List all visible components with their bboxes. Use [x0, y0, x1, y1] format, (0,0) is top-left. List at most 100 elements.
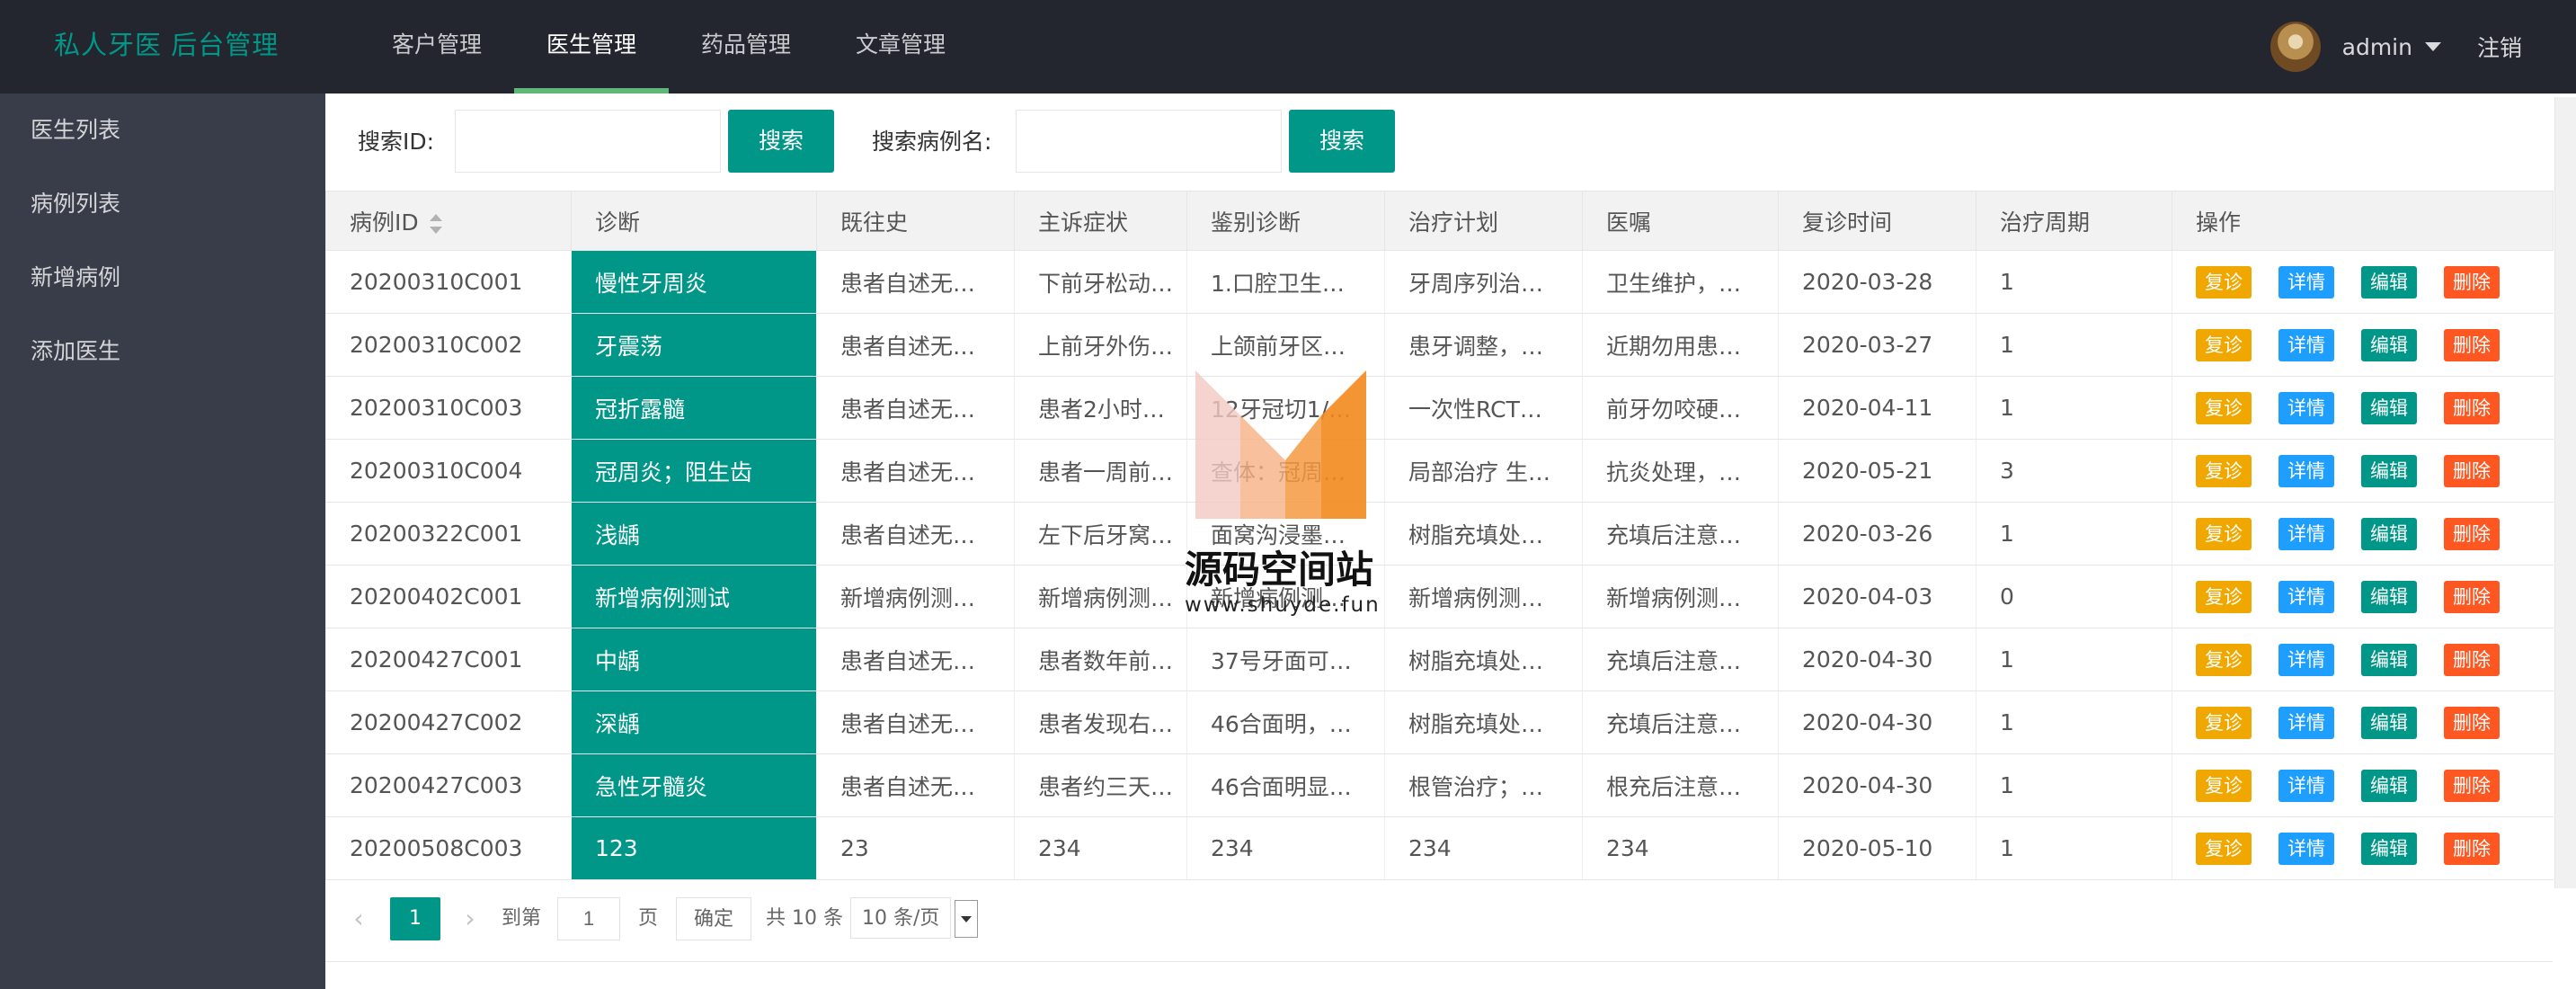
nav-article-management[interactable]: 文章管理: [823, 0, 978, 94]
search-id-label: 搜索ID:: [358, 129, 435, 155]
delete-button[interactable]: 删除: [2444, 832, 2500, 865]
search-id-input[interactable]: [455, 110, 721, 173]
cell-review-time: 2020-03-28: [1778, 250, 1976, 314]
cell-history: 患者自述无…: [816, 502, 1015, 566]
review-button[interactable]: 复诊: [2196, 328, 2252, 361]
edit-button[interactable]: 编辑: [2361, 643, 2417, 676]
cell-complaint: 患者一周前…: [1014, 439, 1187, 503]
cell-history: 患者自述无…: [816, 439, 1015, 503]
table-body: 20200310C001 慢性牙周炎 患者自述无… 下前牙松动… 1.口腔卫生… 牙周序列…: [325, 250, 2554, 880]
review-button[interactable]: 复诊: [2196, 832, 2252, 865]
delete-button[interactable]: 删除: [2444, 643, 2500, 676]
cell-complaint: 患者数年前…: [1014, 628, 1187, 691]
case-table: 病例ID 诊断 既往史 主诉症状 鉴别诊断 治疗计划 医嘱 复诊时间 治疗周期 …: [325, 191, 2554, 880]
table-row: 20200310C002 牙震荡 患者自述无… 上前牙外伤… 上颌前牙区… 患牙调整，… 近…: [325, 313, 2554, 377]
edit-button[interactable]: 编辑: [2361, 769, 2417, 802]
per-page-select[interactable]: 10 条/页: [850, 897, 979, 940]
delete-button[interactable]: 删除: [2444, 706, 2500, 739]
review-button[interactable]: 复诊: [2196, 706, 2252, 739]
cell-history: 23: [816, 816, 1015, 880]
delete-button[interactable]: 删除: [2444, 391, 2500, 424]
review-button[interactable]: 复诊: [2196, 265, 2252, 298]
cell-actions: 复诊 详情 编辑 删除: [2172, 250, 2554, 314]
delete-button[interactable]: 删除: [2444, 517, 2500, 550]
logout-link[interactable]: 注销: [2477, 31, 2522, 63]
delete-button[interactable]: 删除: [2444, 454, 2500, 487]
user-menu[interactable]: admin: [2342, 34, 2441, 60]
cell-advice: 前牙勿咬硬…: [1582, 376, 1779, 440]
edit-button[interactable]: 编辑: [2361, 265, 2417, 298]
pagination: ‹ 1 › 到第 页 确定 共 10 条 10 条/页: [325, 879, 2553, 962]
detail-button[interactable]: 详情: [2278, 517, 2334, 550]
cell-complaint: 上前牙外伤…: [1014, 313, 1187, 377]
detail-button[interactable]: 详情: [2278, 265, 2334, 298]
cell-advice: 近期勿用患…: [1582, 313, 1779, 377]
search-id-button[interactable]: 搜索: [728, 110, 834, 173]
col-header-diagnosis: 诊断: [571, 191, 817, 251]
avatar[interactable]: [2270, 22, 2321, 72]
table-row: 20200310C003 冠折露髓 患者自述无… 患者2小时… 12牙冠切1/… 一次性R…: [325, 376, 2554, 440]
cell-plan: 树脂充填处…: [1384, 502, 1583, 566]
cell-plan: 234: [1384, 816, 1583, 880]
detail-button[interactable]: 详情: [2278, 328, 2334, 361]
delete-button[interactable]: 删除: [2444, 769, 2500, 802]
edit-button[interactable]: 编辑: [2361, 517, 2417, 550]
prev-page-icon[interactable]: ‹: [345, 897, 372, 940]
review-button[interactable]: 复诊: [2196, 769, 2252, 802]
next-page-icon[interactable]: ›: [457, 897, 484, 940]
cell-advice: 充填后注意…: [1582, 502, 1779, 566]
review-button[interactable]: 复诊: [2196, 454, 2252, 487]
cell-differential: 46合面明显…: [1186, 753, 1385, 817]
edit-button[interactable]: 编辑: [2361, 391, 2417, 424]
table-row: 20200310C004冠周炎；阻生齿患者自述无…患者一周前…查体：冠周…局部治…: [325, 439, 2554, 503]
nav-customer-management[interactable]: 客户管理: [360, 0, 514, 94]
page-1-button[interactable]: 1: [390, 897, 440, 940]
cell-cycle: 1: [1976, 376, 2172, 440]
cell-actions: 复诊 详情 编辑 删除: [2172, 565, 2554, 628]
search-bar: 搜索ID: 搜索 搜索病例名: 搜索: [325, 94, 2576, 191]
detail-button[interactable]: 详情: [2278, 769, 2334, 802]
watermark-title: 源码空间站: [1185, 548, 1374, 592]
detail-button[interactable]: 详情: [2278, 580, 2334, 613]
detail-button[interactable]: 详情: [2278, 706, 2334, 739]
cell-cycle: 1: [1976, 313, 2172, 377]
sidebar-item-doctor-list[interactable]: 医生列表: [0, 94, 325, 167]
detail-button[interactable]: 详情: [2278, 832, 2334, 865]
col-header-case-id[interactable]: 病例ID: [325, 191, 572, 251]
review-button[interactable]: 复诊: [2196, 391, 2252, 424]
sidebar-item-case-list[interactable]: 病例列表: [0, 167, 325, 241]
vertical-scrollbar[interactable]: [2554, 97, 2576, 888]
review-button[interactable]: 复诊: [2196, 517, 2252, 550]
cell-actions: 复诊 详情 编辑 删除: [2172, 502, 2554, 566]
edit-button[interactable]: 编辑: [2361, 454, 2417, 487]
select-arrow-icon[interactable]: [955, 900, 979, 938]
cell-cycle: 0: [1976, 565, 2172, 628]
delete-button[interactable]: 删除: [2444, 328, 2500, 361]
nav-doctor-management[interactable]: 医生管理: [514, 0, 670, 94]
goto-confirm-button[interactable]: 确定: [676, 897, 751, 940]
review-button[interactable]: 复诊: [2196, 643, 2252, 676]
sidebar-item-add-case[interactable]: 新增病例: [0, 241, 325, 315]
goto-page-input[interactable]: [557, 897, 620, 940]
edit-button[interactable]: 编辑: [2361, 706, 2417, 739]
edit-button[interactable]: 编辑: [2361, 580, 2417, 613]
sidebar-item-add-doctor[interactable]: 添加医生: [0, 315, 325, 388]
detail-button[interactable]: 详情: [2278, 643, 2334, 676]
delete-button[interactable]: 删除: [2444, 265, 2500, 298]
search-case-input[interactable]: [1016, 110, 1282, 173]
edit-button[interactable]: 编辑: [2361, 832, 2417, 865]
sort-icon[interactable]: [429, 213, 442, 234]
nav-medicine-management[interactable]: 药品管理: [669, 0, 823, 94]
detail-button[interactable]: 详情: [2278, 454, 2334, 487]
cell-cycle: 3: [1976, 439, 2172, 503]
edit-button[interactable]: 编辑: [2361, 328, 2417, 361]
case-table-wrap: 病例ID 诊断 既往史 主诉症状 鉴别诊断 治疗计划 医嘱 复诊时间 治疗周期 …: [325, 191, 2554, 880]
app-logo[interactable]: 私人牙医 后台管理: [54, 0, 279, 94]
delete-button[interactable]: 删除: [2444, 580, 2500, 613]
cell-advice: 充填后注意…: [1582, 628, 1779, 691]
detail-button[interactable]: 详情: [2278, 391, 2334, 424]
search-case-button[interactable]: 搜索: [1289, 110, 1395, 173]
table-header-row: 病例ID 诊断 既往史 主诉症状 鉴别诊断 治疗计划 医嘱 复诊时间 治疗周期 …: [325, 191, 2554, 251]
review-button[interactable]: 复诊: [2196, 580, 2252, 613]
cell-case-id: 20200427C002: [325, 691, 572, 754]
